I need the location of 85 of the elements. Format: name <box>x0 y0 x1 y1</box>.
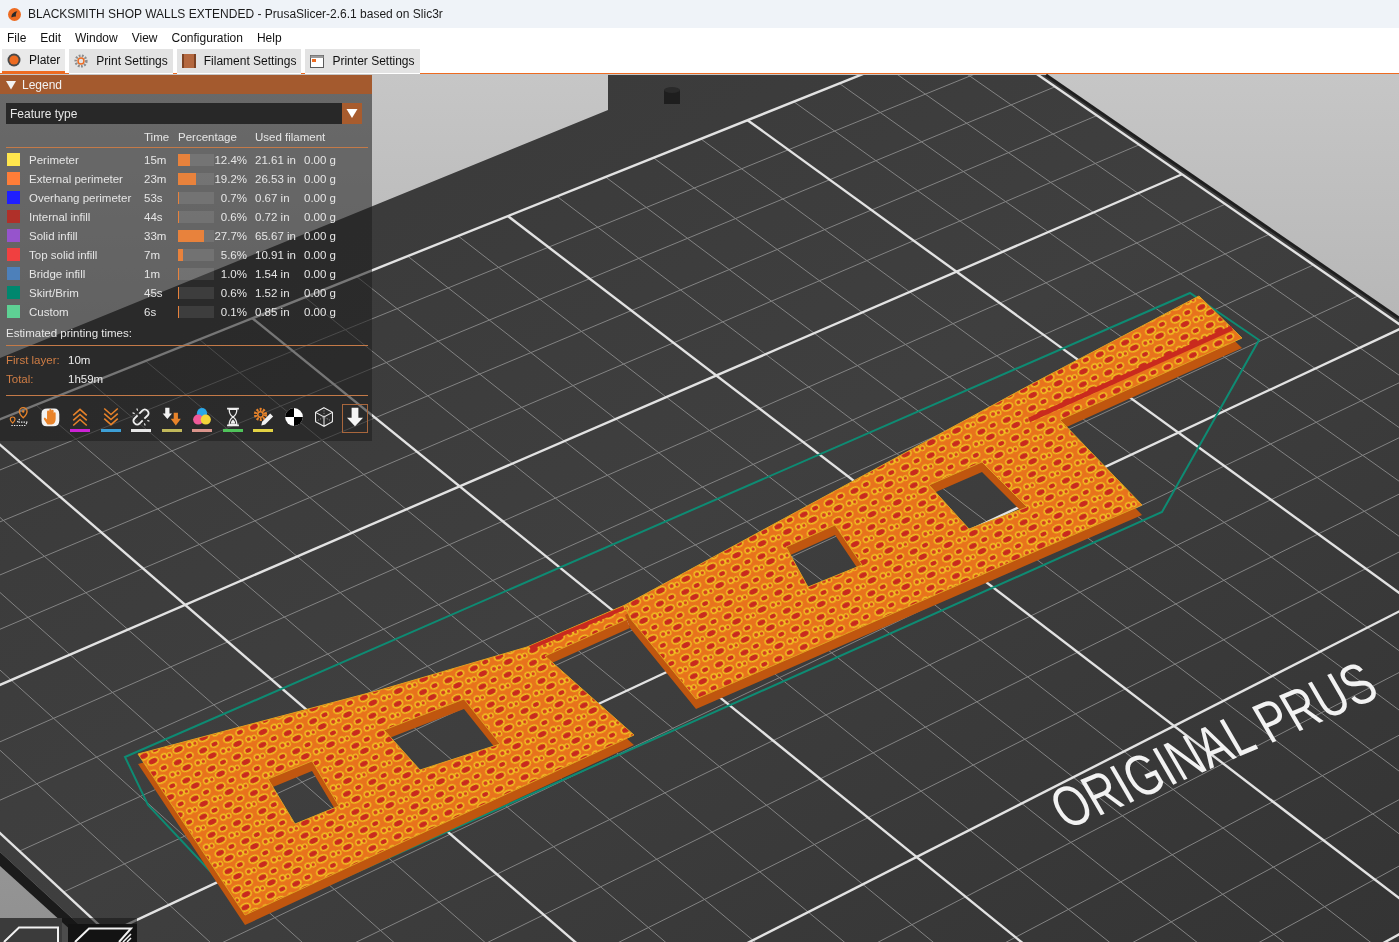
menu-item[interactable]: Configuration <box>164 28 250 47</box>
filament-length: 65.67 in <box>254 229 296 242</box>
gear-icon <box>74 54 89 68</box>
menu-item[interactable]: Help <box>249 28 289 47</box>
cylinder-drawing <box>664 87 680 104</box>
percentage-value: 0.6% <box>220 210 247 223</box>
broken-link-icon <box>130 406 152 428</box>
tab[interactable]: Filament Settings <box>176 49 302 74</box>
time-value: 1m <box>144 267 160 280</box>
feature-name: Bridge infill <box>29 267 86 280</box>
estimate-value: 1h59m <box>68 372 104 385</box>
color-circles-icon <box>191 406 213 428</box>
filament-weight: 0.00 g <box>304 267 336 280</box>
feature-name: Overhang perimeter <box>29 191 132 204</box>
tab[interactable]: Printer Settings <box>305 49 420 74</box>
cube-icon <box>72 927 133 942</box>
estimate-label: Total: <box>6 372 34 385</box>
filament-weight: 0.00 g <box>304 191 336 204</box>
time-value: 53s <box>144 191 163 204</box>
view-button[interactable] <box>0 918 62 942</box>
column-header: Used filament <box>254 130 326 143</box>
spool-icon <box>181 54 196 68</box>
filament-length: 1.54 in <box>254 267 290 280</box>
percentage-value: 0.1% <box>220 305 247 318</box>
gear-pencil-icon <box>252 406 274 428</box>
percentage-value: 5.6% <box>220 248 247 261</box>
time-value: 7m <box>144 248 160 261</box>
menu-item[interactable]: Edit <box>33 28 69 47</box>
filament-length: 26.53 in <box>254 172 296 185</box>
filament-weight: 0.00 g <box>304 248 336 261</box>
filament-length: 21.61 in <box>254 153 296 166</box>
column-header: Percentage <box>178 130 237 143</box>
estimate-value: 10m <box>68 353 91 366</box>
tab[interactable]: Plater <box>2 49 66 74</box>
cube-icon <box>313 406 335 428</box>
feature-name: Solid infill <box>29 229 78 242</box>
filament-weight: 0.00 g <box>304 305 336 318</box>
window-title: BLACKSMITH SHOP WALLS EXTENDED - PrusaSlicer-2.6.1 based on Slic3r <box>28 7 443 21</box>
filament-weight: 0.00 g <box>304 229 336 242</box>
feature-name: Skirt/Brim <box>29 286 79 299</box>
menu-item[interactable]: File <box>0 28 34 47</box>
filament-weight: 0.00 g <box>304 153 336 166</box>
estimate-title: Estimated printing times: <box>6 326 132 341</box>
percentage-value: 0.7% <box>220 191 247 204</box>
filament-weight: 0.00 g <box>304 172 336 185</box>
filament-length: 10.91 in <box>254 248 296 261</box>
feature-name: Internal infill <box>29 210 91 223</box>
two-arrows-icon <box>160 406 183 428</box>
legend-header[interactable]: Legend <box>0 75 372 94</box>
window-icon <box>310 54 325 68</box>
percentage-value: 1.0% <box>220 267 247 280</box>
time-value: 45s <box>144 286 163 299</box>
time-value: 15m <box>144 153 167 166</box>
feature-name: Perimeter <box>29 153 79 166</box>
time-value: 23m <box>144 172 167 185</box>
column-header: Time <box>144 130 170 143</box>
percentage-value: 0.6% <box>220 286 247 299</box>
time-value: 6s <box>144 305 157 318</box>
feature-name: Custom <box>29 305 69 318</box>
percentage-value: 19.2% <box>214 172 247 185</box>
time-value: 44s <box>144 210 163 223</box>
estimate-label: First layer: <box>6 353 60 366</box>
app-logo-icon <box>8 7 21 21</box>
caret-icon <box>342 103 362 124</box>
time-value: 33m <box>144 229 167 242</box>
toggle-button[interactable] <box>341 404 368 433</box>
view-button[interactable] <box>68 924 137 942</box>
menu-item[interactable]: View <box>124 28 165 47</box>
percentage-value: 12.4% <box>214 153 247 166</box>
feature-name: Top solid infill <box>29 248 98 261</box>
menu-item[interactable]: Window <box>68 28 125 47</box>
filament-length: 0.67 in <box>254 191 290 204</box>
view-type-dropdown[interactable]: Feature type <box>6 103 362 124</box>
ring-dot-icon <box>7 53 21 67</box>
percentage-value: 27.7% <box>214 229 247 242</box>
route-pin-icon <box>8 406 30 428</box>
filament-weight: 0.00 g <box>304 286 336 299</box>
filament-weight: 0.00 g <box>304 210 336 223</box>
cube-icon <box>2 926 60 942</box>
filament-length: 1.52 in <box>254 286 290 299</box>
checkered-disc-icon <box>282 406 305 428</box>
tab[interactable]: Print Settings <box>69 49 173 74</box>
filament-length: 0.72 in <box>254 210 290 223</box>
feature-name: External perimeter <box>29 172 123 185</box>
filament-length: 0.85 in <box>254 305 290 318</box>
